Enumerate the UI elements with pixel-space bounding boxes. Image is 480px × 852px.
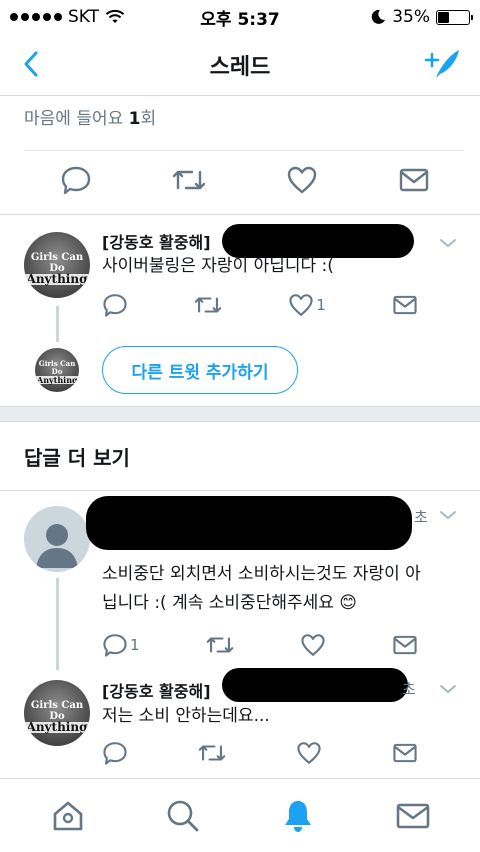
- envelope-icon[interactable]: [392, 632, 418, 658]
- envelope-icon[interactable]: [398, 164, 430, 196]
- tweet-text: 사이버불링은 자랑이 아닙니다 :(: [102, 256, 334, 276]
- reply-button[interactable]: 1: [102, 632, 140, 658]
- tweet-actions: 1: [102, 292, 418, 318]
- retweet-icon[interactable]: [198, 740, 226, 766]
- thread-line: [56, 306, 59, 342]
- home-icon[interactable]: [50, 798, 86, 834]
- avatar-logo: Girls Can Do Anything: [35, 359, 79, 385]
- chevron-left-icon[interactable]: [18, 48, 46, 80]
- heart-icon[interactable]: [296, 740, 322, 766]
- divider: [24, 150, 464, 151]
- divider: [0, 490, 480, 491]
- page-title: 스레드: [209, 54, 271, 80]
- carrier-name: SKT: [68, 7, 100, 27]
- tweet-actions: [102, 740, 418, 766]
- battery-icon: [436, 9, 473, 25]
- main-tweet-actions: [60, 164, 430, 196]
- moon-icon: [371, 9, 386, 24]
- like-count: 1: [316, 296, 326, 314]
- chevron-down-icon[interactable]: [438, 508, 458, 522]
- envelope-icon[interactable]: [395, 798, 431, 834]
- retweet-icon[interactable]: [172, 164, 206, 196]
- heart-icon[interactable]: [288, 292, 314, 318]
- tab-home[interactable]: [38, 786, 98, 846]
- status-left: SKT: [10, 7, 125, 27]
- status-right: 35%: [370, 7, 473, 27]
- section-separator: [0, 406, 480, 422]
- battery-level: [438, 11, 449, 23]
- tweet-author-name[interactable]: [강동호 활중해]: [102, 229, 211, 253]
- like-count-row[interactable]: 마음에 들어요 1회: [24, 104, 156, 129]
- bell-icon[interactable]: [280, 798, 316, 834]
- heart-icon[interactable]: [300, 632, 326, 658]
- envelope-icon[interactable]: [392, 740, 418, 766]
- like-unit: 회: [140, 109, 157, 129]
- like-button[interactable]: 1: [288, 292, 326, 318]
- wifi-icon: [105, 9, 125, 23]
- reply-icon[interactable]: [102, 632, 128, 658]
- redacted-author: [86, 496, 412, 550]
- avatar[interactable]: [24, 506, 90, 572]
- reply-icon[interactable]: [60, 164, 92, 196]
- retweet-icon[interactable]: [194, 292, 222, 318]
- more-replies-title: 답글 더 보기: [24, 446, 130, 470]
- add-another-tweet-button[interactable]: 다른 트윗 추가하기: [102, 346, 298, 394]
- search-icon[interactable]: [165, 798, 201, 834]
- avatar: Girls Can Do Anything: [35, 348, 79, 392]
- reply-count: 1: [130, 636, 140, 654]
- compose-icon[interactable]: [422, 46, 462, 82]
- tweet-text-line: 소비중단 외치면서 소비하시는것도 자랑이 아: [102, 564, 421, 584]
- tweet-text-line: 닙니다 :( 계속 소비중단해주세요 😊: [102, 593, 358, 613]
- tweet-author-name[interactable]: [강동호 활중해]: [102, 678, 211, 702]
- avatar-logo: Girls Can Do Anything: [24, 252, 90, 286]
- avatar[interactable]: Girls Can Do Anything: [24, 232, 90, 298]
- tab-bar: [0, 778, 480, 852]
- chevron-down-icon[interactable]: [438, 236, 458, 250]
- thread-line: [56, 578, 59, 670]
- tweet-text: 저는 소비 안하는데요...: [102, 706, 270, 726]
- battery-percent: 35%: [392, 7, 430, 27]
- signal-strength-icon: [10, 13, 62, 21]
- default-avatar-icon: [36, 524, 78, 568]
- avatar-logo: Girls Can Do Anything: [24, 700, 90, 734]
- reply-icon[interactable]: [102, 740, 128, 766]
- avatar[interactable]: Girls Can Do Anything: [24, 680, 90, 746]
- chevron-down-icon[interactable]: [438, 682, 458, 696]
- tab-search[interactable]: [153, 786, 213, 846]
- like-label: 마음에 들어요: [24, 109, 124, 129]
- like-count: 1: [128, 109, 141, 129]
- divider: [0, 214, 480, 215]
- heart-icon[interactable]: [286, 164, 318, 196]
- retweet-icon[interactable]: [206, 632, 234, 658]
- reply-icon[interactable]: [102, 292, 128, 318]
- tweet-time: 초: [402, 680, 416, 698]
- status-bar: SKT 오후 5:37 35%: [0, 0, 480, 34]
- tab-notifications[interactable]: [268, 786, 328, 846]
- envelope-icon[interactable]: [392, 292, 418, 318]
- tweet-actions: 1: [102, 632, 418, 658]
- redacted-handle: [222, 668, 408, 702]
- tweet-text: 소비중단 외치면서 소비하시는것도 자랑이 아 닙니다 :( 계속 소비중단해주…: [102, 560, 421, 618]
- navigation-bar: 스레드: [0, 34, 480, 96]
- tab-messages[interactable]: [383, 786, 443, 846]
- tweet-time: 초: [414, 508, 428, 526]
